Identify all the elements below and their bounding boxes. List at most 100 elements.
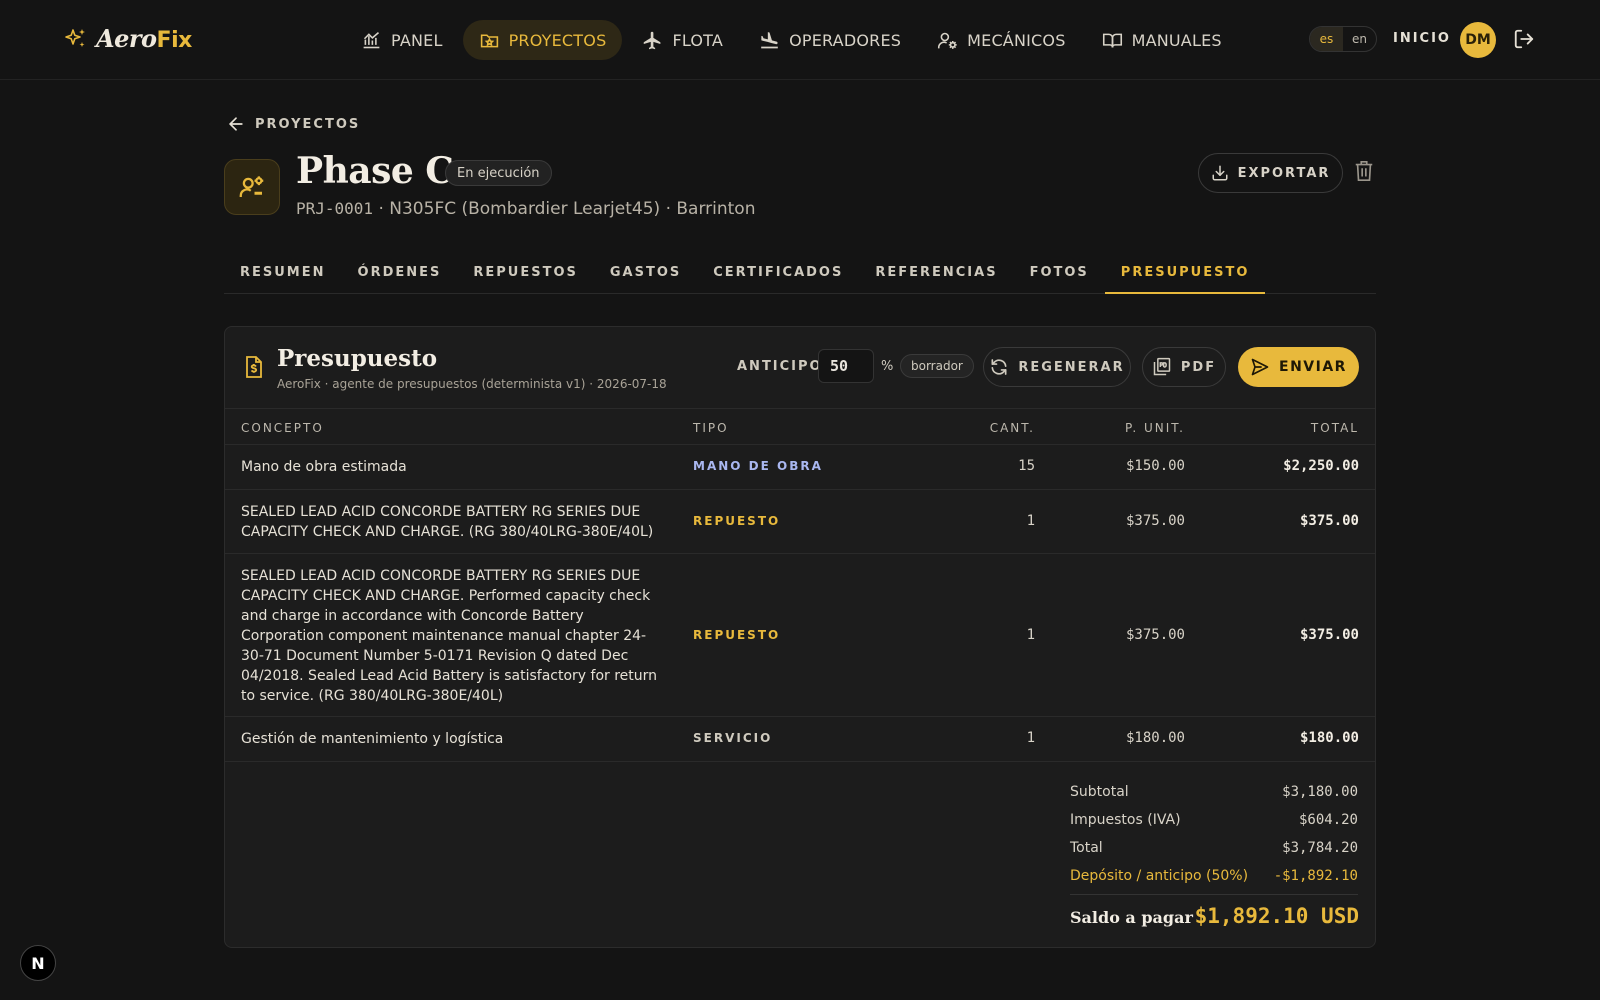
nav-item-operadores[interactable]: OPERADORES <box>743 20 917 60</box>
tab-referencias[interactable]: REFERENCIAS <box>859 252 1013 294</box>
nav-label: PANEL <box>391 30 443 50</box>
nav-label: OPERADORES <box>789 30 902 50</box>
nav-label: MANUALES <box>1131 30 1222 50</box>
row-concept: SEALED LEAD ACID CONCORDE BATTERY RG SER… <box>241 504 654 540</box>
row-concept: SEALED LEAD ACID CONCORDE BATTERY RG SER… <box>241 568 658 704</box>
pdf-label: PDF <box>1180 359 1217 375</box>
deposit-label: Depósito / anticipo (50%) <box>1070 868 1249 884</box>
lang-en[interactable]: en <box>1343 27 1376 51</box>
project-subtitle: PRJ-0001 · N305FC (Bombardier Learjet45)… <box>296 199 755 219</box>
book-icon <box>1102 33 1122 48</box>
row-concept: Gestión de mantenimiento y logística <box>241 731 504 747</box>
refresh-icon <box>991 359 1007 375</box>
row-total: $375.00 <box>1299 513 1359 529</box>
tab-fotos[interactable]: FOTOS <box>1014 252 1105 294</box>
row-unit-price: $150.00 <box>1125 458 1185 474</box>
regenerate-button[interactable]: REGENERAR <box>983 347 1131 387</box>
top-navigation-bar: AeroFix PANEL PROYECTOS FLOTA OPERADORES… <box>0 0 1600 80</box>
tax-label: Impuestos (IVA) <box>1070 812 1181 828</box>
back-link[interactable]: PROYECTOS <box>226 114 360 134</box>
chart-icon <box>363 31 380 48</box>
pdf-button[interactable]: PDF <box>1142 347 1226 387</box>
row-total: $180.00 <box>1299 730 1359 746</box>
table-row: SEALED LEAD ACID CONCORDE BATTERY RG SER… <box>225 490 1375 554</box>
col-unit-price: P. UNIT. <box>1124 421 1185 435</box>
row-type: REPUESTO <box>693 628 781 642</box>
percent-sign: % <box>881 359 894 374</box>
plane-landing-icon <box>761 31 778 48</box>
back-label: PROYECTOS <box>255 116 361 132</box>
invoice-dollar-icon <box>246 356 262 378</box>
table-row: Mano de obra estimada MANO DE OBRA 15 $1… <box>225 445 1375 490</box>
nav-label: FLOTA <box>672 30 724 50</box>
project-code: PRJ-0001 <box>296 199 374 218</box>
send-button[interactable]: ENVIAR <box>1238 347 1359 387</box>
anticipo-label: ANTICIPO <box>737 359 823 374</box>
row-type: SERVICIO <box>693 731 773 745</box>
balance-label: Saldo a pagar <box>1070 908 1193 927</box>
budget-title: Presupuesto <box>277 345 438 372</box>
total-label: Total <box>1070 840 1103 856</box>
dev-tools-badge[interactable]: N <box>20 945 56 981</box>
balance-value: $1,892.10 USD <box>1194 904 1359 928</box>
app-logo[interactable]: AeroFix <box>64 24 192 53</box>
language-switch: es en <box>1309 26 1377 52</box>
nav-item-flota[interactable]: FLOTA <box>626 20 739 60</box>
aircraft-info: · N305FC (Bombardier Learjet45) · Barrin… <box>373 199 756 219</box>
download-icon <box>1212 165 1228 181</box>
tab-repuestos[interactable]: REPUESTOS <box>457 252 594 294</box>
budget-subtitle: AeroFix · agente de presupuestos (determ… <box>277 377 667 391</box>
anticipo-input[interactable] <box>818 349 874 383</box>
total-value: $3,784.20 <box>1282 840 1358 856</box>
plane-icon <box>644 31 661 49</box>
row-qty: 1 <box>1026 730 1035 746</box>
folder-star-icon <box>480 33 498 47</box>
row-unit-price: $375.00 <box>1125 513 1185 529</box>
nav-item-proyectos[interactable]: PROYECTOS <box>462 20 623 60</box>
nav-item-manuales[interactable]: MANUALES <box>1086 20 1238 60</box>
tab-gastos[interactable]: GASTOS <box>594 252 697 294</box>
logout-icon[interactable] <box>1513 28 1535 50</box>
totals-divider <box>1070 894 1358 895</box>
send-label: ENVIAR <box>1279 359 1347 375</box>
sparkles-icon <box>65 28 85 47</box>
export-button[interactable]: EXPORTAR <box>1198 153 1343 193</box>
avatar[interactable]: DM <box>1460 22 1496 58</box>
row-type: MANO DE OBRA <box>693 459 823 473</box>
tab-resumen[interactable]: RESUMEN <box>224 252 342 294</box>
row-qty: 1 <box>1026 513 1035 529</box>
col-type: TIPO <box>693 421 729 435</box>
budget-header: Presupuesto AeroFix · agente de presupue… <box>225 327 1375 409</box>
project-tabs: RESUMEN ÓRDENES REPUESTOS GASTOS CERTIFI… <box>224 252 1376 294</box>
col-total: TOTAL <box>1310 421 1359 435</box>
trash-icon[interactable] <box>1353 159 1375 183</box>
nav-label: PROYECTOS <box>508 30 607 50</box>
send-icon <box>1251 358 1269 376</box>
table-header: CONCEPTO TIPO CANT. P. UNIT. TOTAL <box>225 409 1375 445</box>
row-concept: Mano de obra estimada <box>241 459 407 475</box>
export-label: EXPORTAR <box>1237 165 1331 181</box>
row-unit-price: $375.00 <box>1125 627 1185 643</box>
col-concept: CONCEPTO <box>241 421 324 435</box>
pdf-icon <box>1153 357 1171 376</box>
row-total: $375.00 <box>1299 627 1359 643</box>
home-link[interactable]: INICIO <box>1393 31 1451 46</box>
brand-name: AeroFix <box>96 24 192 53</box>
tab-certificados[interactable]: CERTIFICADOS <box>697 252 859 294</box>
tab-ordenes[interactable]: ÓRDENES <box>342 252 458 294</box>
nav-item-panel[interactable]: PANEL <box>345 20 459 60</box>
tab-presupuesto[interactable]: PRESUPUESTO <box>1104 252 1266 294</box>
deposit-value: -$1,892.10 <box>1273 868 1358 884</box>
lang-es[interactable]: es <box>1310 27 1343 51</box>
table-row: SEALED LEAD ACID CONCORDE BATTERY RG SER… <box>225 554 1375 717</box>
status-badge: En ejecución <box>445 160 552 186</box>
regenerate-label: REGENERAR <box>1018 359 1125 375</box>
arrow-left-icon <box>229 117 243 131</box>
row-qty: 15 <box>1018 458 1035 474</box>
page-title: Phase C <box>296 150 454 192</box>
tax-value: $604.20 <box>1298 812 1358 828</box>
budget-panel: Presupuesto AeroFix · agente de presupue… <box>224 326 1376 948</box>
subtotal-label: Subtotal <box>1070 784 1129 800</box>
nav-item-mecanicos[interactable]: MECÁNICOS <box>921 20 1081 60</box>
user-gear-icon <box>938 32 957 49</box>
